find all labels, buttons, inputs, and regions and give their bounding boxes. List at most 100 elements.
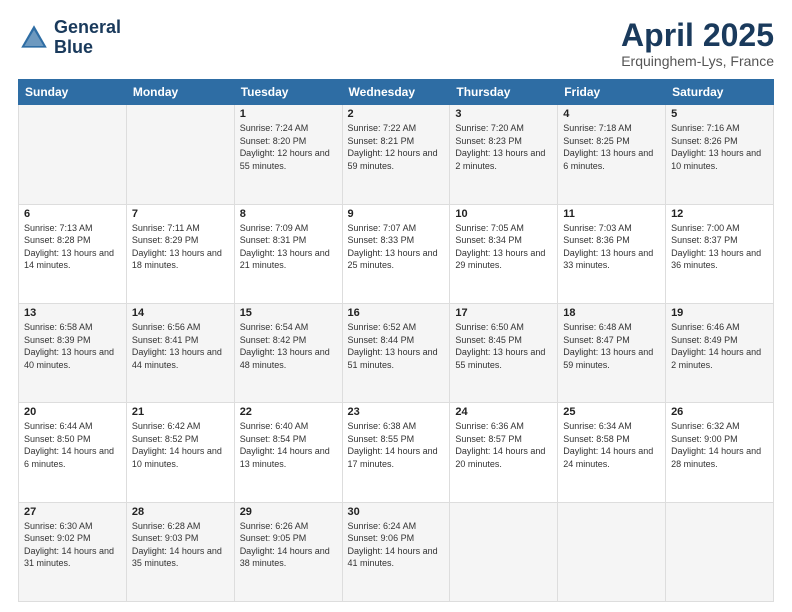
calendar-week-row: 1 Sunrise: 7:24 AMSunset: 8:20 PMDaylight…: [19, 105, 774, 204]
calendar-cell: [558, 502, 666, 601]
day-info: Sunrise: 7:00 AMSunset: 8:37 PMDaylight:…: [671, 222, 768, 272]
day-number: 14: [132, 307, 229, 319]
header-sunday: Sunday: [19, 80, 127, 105]
calendar-cell: 10 Sunrise: 7:05 AMSunset: 8:34 PMDayligh…: [450, 204, 558, 303]
day-number: 1: [240, 108, 337, 120]
calendar-cell: [19, 105, 127, 204]
calendar-cell: 8 Sunrise: 7:09 AMSunset: 8:31 PMDaylight…: [234, 204, 342, 303]
day-info: Sunrise: 6:54 AMSunset: 8:42 PMDaylight:…: [240, 321, 337, 371]
day-number: 2: [348, 108, 445, 120]
logo: General Blue: [18, 18, 121, 58]
calendar-cell: 5 Sunrise: 7:16 AMSunset: 8:26 PMDaylight…: [666, 105, 774, 204]
calendar-cell: 27 Sunrise: 6:30 AMSunset: 9:02 PMDayligh…: [19, 502, 127, 601]
day-number: 10: [455, 208, 552, 220]
calendar-cell: 11Sunrise: 7:03 AMSunset: 8:36 PMDayligh…: [558, 204, 666, 303]
location: Erquinghem-Lys, France: [621, 53, 774, 69]
day-info: Sunrise: 6:40 AMSunset: 8:54 PMDaylight:…: [240, 420, 337, 470]
calendar-cell: 23Sunrise: 6:38 AMSunset: 8:55 PMDayligh…: [342, 403, 450, 502]
day-info: Sunrise: 7:05 AMSunset: 8:34 PMDaylight:…: [455, 222, 552, 272]
calendar-cell: 24 Sunrise: 6:36 AMSunset: 8:57 PMDayligh…: [450, 403, 558, 502]
calendar-cell: 14 Sunrise: 6:56 AMSunset: 8:41 PMDayligh…: [126, 303, 234, 402]
calendar-week-row: 13 Sunrise: 6:58 AMSunset: 8:39 PMDayligh…: [19, 303, 774, 402]
day-info: Sunrise: 7:07 AMSunset: 8:33 PMDaylight:…: [348, 222, 445, 272]
header-tuesday: Tuesday: [234, 80, 342, 105]
calendar-cell: 25 Sunrise: 6:34 AMSunset: 8:58 PMDayligh…: [558, 403, 666, 502]
calendar-week-row: 6 Sunrise: 7:13 AMSunset: 8:28 PMDaylight…: [19, 204, 774, 303]
day-info: Sunrise: 6:46 AMSunset: 8:49 PMDaylight:…: [671, 321, 768, 371]
calendar-cell: 1 Sunrise: 7:24 AMSunset: 8:20 PMDaylight…: [234, 105, 342, 204]
calendar-cell: [450, 502, 558, 601]
day-info: Sunrise: 7:09 AMSunset: 8:31 PMDaylight:…: [240, 222, 337, 272]
day-info: Sunrise: 7:13 AMSunset: 8:28 PMDaylight:…: [24, 222, 121, 272]
calendar-week-row: 27 Sunrise: 6:30 AMSunset: 9:02 PMDayligh…: [19, 502, 774, 601]
calendar-cell: 21Sunrise: 6:42 AMSunset: 8:52 PMDayligh…: [126, 403, 234, 502]
day-info: Sunrise: 6:28 AMSunset: 9:03 PMDaylight:…: [132, 520, 229, 570]
day-number: 22: [240, 406, 337, 418]
calendar-header-row: Sunday Monday Tuesday Wednesday Thursday…: [19, 80, 774, 105]
calendar-cell: [126, 105, 234, 204]
day-info: Sunrise: 7:20 AMSunset: 8:23 PMDaylight:…: [455, 122, 552, 172]
calendar-cell: 16Sunrise: 6:52 AMSunset: 8:44 PMDayligh…: [342, 303, 450, 402]
logo-text: General Blue: [54, 18, 121, 58]
day-number: 8: [240, 208, 337, 220]
day-info: Sunrise: 6:26 AMSunset: 9:05 PMDaylight:…: [240, 520, 337, 570]
day-number: 12: [671, 208, 768, 220]
title-block: April 2025 Erquinghem-Lys, France: [621, 18, 774, 69]
calendar-cell: 29 Sunrise: 6:26 AMSunset: 9:05 PMDayligh…: [234, 502, 342, 601]
day-number: 7: [132, 208, 229, 220]
day-number: 17: [455, 307, 552, 319]
header-friday: Friday: [558, 80, 666, 105]
day-number: 29: [240, 506, 337, 518]
day-info: Sunrise: 7:03 AMSunset: 8:36 PMDaylight:…: [563, 222, 660, 272]
day-number: 13: [24, 307, 121, 319]
day-number: 20: [24, 406, 121, 418]
day-number: 27: [24, 506, 121, 518]
day-number: 18: [563, 307, 660, 319]
calendar-week-row: 20Sunrise: 6:44 AMSunset: 8:50 PMDayligh…: [19, 403, 774, 502]
day-number: 5: [671, 108, 768, 120]
day-info: Sunrise: 6:50 AMSunset: 8:45 PMDaylight:…: [455, 321, 552, 371]
calendar-cell: 17 Sunrise: 6:50 AMSunset: 8:45 PMDayligh…: [450, 303, 558, 402]
day-number: 15: [240, 307, 337, 319]
calendar-cell: 19Sunrise: 6:46 AMSunset: 8:49 PMDayligh…: [666, 303, 774, 402]
day-info: Sunrise: 6:32 AMSunset: 9:00 PMDaylight:…: [671, 420, 768, 470]
calendar-cell: 6 Sunrise: 7:13 AMSunset: 8:28 PMDaylight…: [19, 204, 127, 303]
calendar-cell: 13 Sunrise: 6:58 AMSunset: 8:39 PMDayligh…: [19, 303, 127, 402]
day-info: Sunrise: 6:48 AMSunset: 8:47 PMDaylight:…: [563, 321, 660, 371]
logo-icon: [18, 22, 50, 54]
calendar-cell: 22 Sunrise: 6:40 AMSunset: 8:54 PMDayligh…: [234, 403, 342, 502]
day-info: Sunrise: 7:24 AMSunset: 8:20 PMDaylight:…: [240, 122, 337, 172]
header-thursday: Thursday: [450, 80, 558, 105]
day-number: 16: [348, 307, 445, 319]
header: General Blue April 2025 Erquinghem-Lys, …: [18, 18, 774, 69]
calendar-cell: 30Sunrise: 6:24 AMSunset: 9:06 PMDayligh…: [342, 502, 450, 601]
calendar-cell: 7Sunrise: 7:11 AMSunset: 8:29 PMDaylight…: [126, 204, 234, 303]
day-info: Sunrise: 6:58 AMSunset: 8:39 PMDaylight:…: [24, 321, 121, 371]
calendar-cell: 28Sunrise: 6:28 AMSunset: 9:03 PMDayligh…: [126, 502, 234, 601]
calendar-cell: 15 Sunrise: 6:54 AMSunset: 8:42 PMDayligh…: [234, 303, 342, 402]
calendar-cell: 26Sunrise: 6:32 AMSunset: 9:00 PMDayligh…: [666, 403, 774, 502]
calendar-table: Sunday Monday Tuesday Wednesday Thursday…: [18, 79, 774, 602]
day-number: 24: [455, 406, 552, 418]
calendar-cell: 18 Sunrise: 6:48 AMSunset: 8:47 PMDayligh…: [558, 303, 666, 402]
month-year: April 2025: [621, 18, 774, 53]
calendar-cell: 12 Sunrise: 7:00 AMSunset: 8:37 PMDayligh…: [666, 204, 774, 303]
day-info: Sunrise: 6:30 AMSunset: 9:02 PMDaylight:…: [24, 520, 121, 570]
day-info: Sunrise: 6:34 AMSunset: 8:58 PMDaylight:…: [563, 420, 660, 470]
calendar-cell: 3 Sunrise: 7:20 AMSunset: 8:23 PMDaylight…: [450, 105, 558, 204]
day-number: 6: [24, 208, 121, 220]
day-number: 30: [348, 506, 445, 518]
calendar-cell: 20Sunrise: 6:44 AMSunset: 8:50 PMDayligh…: [19, 403, 127, 502]
day-number: 3: [455, 108, 552, 120]
day-info: Sunrise: 6:36 AMSunset: 8:57 PMDaylight:…: [455, 420, 552, 470]
day-number: 25: [563, 406, 660, 418]
calendar-cell: 4Sunrise: 7:18 AMSunset: 8:25 PMDaylight…: [558, 105, 666, 204]
page: General Blue April 2025 Erquinghem-Lys, …: [0, 0, 792, 612]
day-info: Sunrise: 6:56 AMSunset: 8:41 PMDaylight:…: [132, 321, 229, 371]
header-monday: Monday: [126, 80, 234, 105]
calendar-cell: [666, 502, 774, 601]
header-saturday: Saturday: [666, 80, 774, 105]
calendar-cell: 2Sunrise: 7:22 AMSunset: 8:21 PMDaylight…: [342, 105, 450, 204]
day-info: Sunrise: 7:16 AMSunset: 8:26 PMDaylight:…: [671, 122, 768, 172]
day-info: Sunrise: 6:38 AMSunset: 8:55 PMDaylight:…: [348, 420, 445, 470]
